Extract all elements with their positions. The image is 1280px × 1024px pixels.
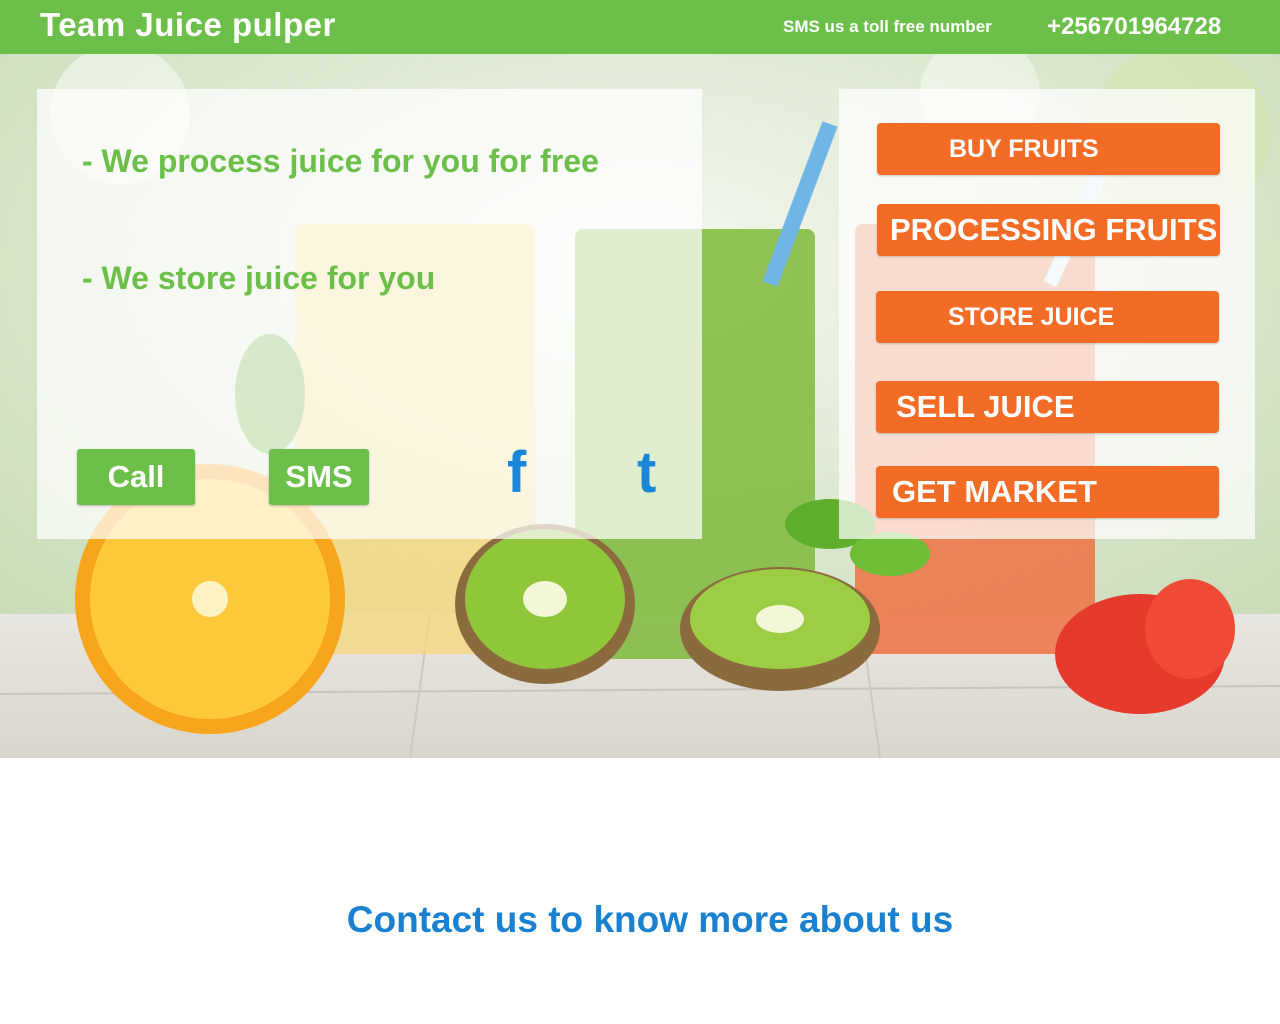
facebook-icon[interactable]: f (507, 444, 526, 502)
call-button[interactable]: Call (77, 449, 195, 505)
phone-number[interactable]: +256701964728 (1047, 13, 1221, 41)
tumblr-icon[interactable]: t (637, 444, 656, 502)
buy-fruits-button[interactable]: BUY FRUITS (877, 123, 1220, 175)
hero-section: - We process juice for you for free - We… (0, 54, 1280, 758)
sms-button[interactable]: SMS (269, 449, 369, 505)
service-process-text: - We process juice for you for free (82, 143, 599, 179)
sell-juice-button[interactable]: SELL JUICE (876, 381, 1219, 433)
page: Team Juice pulper SMS us a toll free num… (0, 0, 1280, 1024)
sms-toll-free-text: SMS us a toll free number (783, 17, 992, 36)
top-bar: Team Juice pulper SMS us a toll free num… (0, 0, 1280, 54)
processing-fruits-button[interactable]: PROCESSING FRUITS (877, 204, 1220, 256)
menu-panel: BUY FRUITS PROCESSING FRUITS STORE JUICE… (839, 89, 1255, 539)
store-juice-button[interactable]: STORE JUICE (876, 291, 1219, 343)
services-panel: - We process juice for you for free - We… (37, 89, 702, 539)
get-market-button[interactable]: GET MARKET (876, 466, 1219, 518)
service-store-text: - We store juice for you (82, 260, 436, 296)
brand-title[interactable]: Team Juice pulper (40, 6, 336, 44)
contact-heading: Contact us to know more about us (346, 898, 954, 940)
